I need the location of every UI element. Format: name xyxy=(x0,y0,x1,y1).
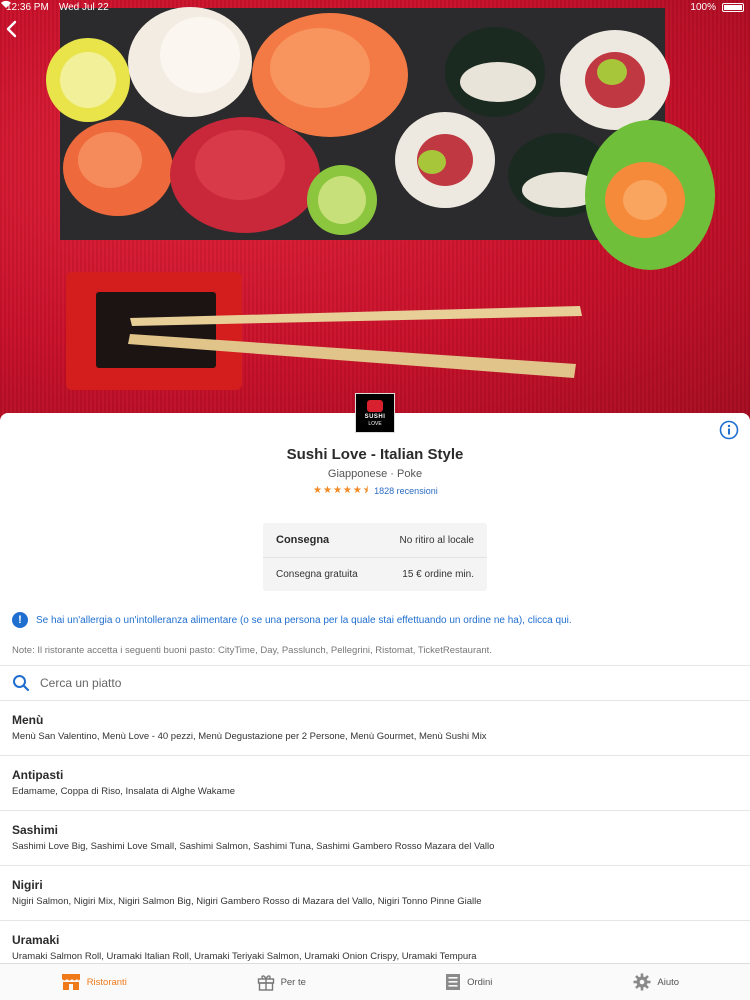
delivery-header-row: Consegna No ritiro al locale xyxy=(263,523,487,557)
reviews-link[interactable]: 1828 recensioni xyxy=(374,486,438,496)
category-name: Nigiri xyxy=(12,878,43,892)
delivery-label: Consegna xyxy=(276,534,330,546)
back-button[interactable] xyxy=(4,20,30,46)
search-input[interactable] xyxy=(40,676,640,690)
battery-percent: 100% xyxy=(690,1,716,13)
category-list: Menù Menù San Valentino, Menù Love - 40 … xyxy=(0,701,750,976)
category-sashimi[interactable]: Sashimi Sashimi Love Big, Sashimi Love S… xyxy=(0,811,750,866)
restaurant-name: Sushi Love - Italian Style xyxy=(286,446,464,463)
category-items: Edamame, Coppa di Riso, Insalata di Algh… xyxy=(12,786,236,797)
category-name: Sashimi xyxy=(12,823,59,837)
storefront-icon xyxy=(61,974,80,990)
receipt-icon xyxy=(446,974,461,990)
allergy-link[interactable]: ! Se hai un'allergia o un'intolleranza a… xyxy=(12,612,572,628)
tab-label: Aiuto xyxy=(657,976,680,988)
delivery-fee-row: Consegna gratuita 15 € ordine min. xyxy=(263,557,487,591)
star-icon: ★ xyxy=(342,485,352,496)
star-icon: ★ xyxy=(322,485,332,496)
tab-bar: Ristoranti Per te Ordini Aiuto xyxy=(0,963,750,1000)
search-bar[interactable] xyxy=(0,665,750,701)
search-icon xyxy=(13,675,30,692)
delivery-pickup-note: No ritiro al locale xyxy=(399,534,474,546)
tab-aiuto[interactable]: Aiuto xyxy=(563,964,750,1000)
gear-icon xyxy=(633,973,651,991)
category-name: Uramaki xyxy=(12,933,60,947)
star-icon: ★ xyxy=(313,485,322,496)
category-items: Uramaki Salmon Roll, Uramaki Italian Rol… xyxy=(12,951,477,962)
minimum-order: 15 € ordine min. xyxy=(402,569,474,580)
tab-label: Ristoranti xyxy=(86,976,127,988)
allergy-text: Se hai un'allergia o un'intolleranza ali… xyxy=(36,614,572,626)
category-antipasti[interactable]: Antipasti Edamame, Coppa di Riso, Insala… xyxy=(0,756,750,811)
info-icon xyxy=(719,420,739,440)
status-bar: 12:36 PM Wed Jul 22 100% xyxy=(0,0,750,14)
status-time: 12:36 PM xyxy=(6,1,49,13)
category-items: Sashimi Love Big, Sashimi Love Small, Sa… xyxy=(12,841,495,852)
tab-ordini[interactable]: Ordini xyxy=(375,964,563,1000)
meal-voucher-note: Note: Il ristorante accetta i seguenti b… xyxy=(12,645,492,656)
category-menu[interactable]: Menù Menù San Valentino, Menù Love - 40 … xyxy=(0,701,750,756)
gift-icon xyxy=(257,975,274,991)
tab-label: Ordini xyxy=(467,976,493,988)
restaurant-sheet: SUSHI LOVE Sushi Love - Italian Style Gi… xyxy=(0,393,750,976)
star-icon: ★ xyxy=(332,485,342,496)
category-nigiri[interactable]: Nigiri Nigiri Salmon, Nigiri Mix, Nigiri… xyxy=(0,866,750,921)
category-items: Nigiri Salmon, Nigiri Mix, Nigiri Salmon… xyxy=(12,896,482,907)
sushi-photo xyxy=(46,7,715,390)
restaurant-cuisine: Giapponese · Poke xyxy=(327,468,423,480)
tab-per-te[interactable]: Per te xyxy=(188,964,376,1000)
category-items: Menù San Valentino, Menù Love - 40 pezzi… xyxy=(12,731,487,742)
half-star-icon: ⯨ xyxy=(362,485,369,496)
category-name: Menù xyxy=(12,713,44,727)
delivery-fee-label: Consegna gratuita xyxy=(276,569,358,580)
alert-icon: ! xyxy=(12,612,28,628)
info-button[interactable] xyxy=(719,420,739,440)
logo-mark xyxy=(367,399,383,412)
logo-text-2: LOVE xyxy=(368,420,382,427)
restaurant-logo: SUSHI LOVE xyxy=(355,393,395,433)
tab-label: Per te xyxy=(280,976,306,988)
logo-text-1: SUSHI xyxy=(364,413,386,420)
rating: ★ ★ ★ ★ ★ ⯨ 1828 recensioni xyxy=(313,485,438,497)
delivery-card: Consegna No ritiro al locale Consegna gr… xyxy=(263,523,487,591)
category-name: Antipasti xyxy=(12,768,64,782)
hero-image: 12:36 PM Wed Jul 22 100% xyxy=(0,0,750,420)
status-date: Wed Jul 22 xyxy=(58,1,109,13)
chevron-left-icon xyxy=(6,20,17,38)
star-icon: ★ xyxy=(352,485,362,496)
battery-icon xyxy=(722,2,744,12)
tab-ristoranti[interactable]: Ristoranti xyxy=(0,964,188,1000)
